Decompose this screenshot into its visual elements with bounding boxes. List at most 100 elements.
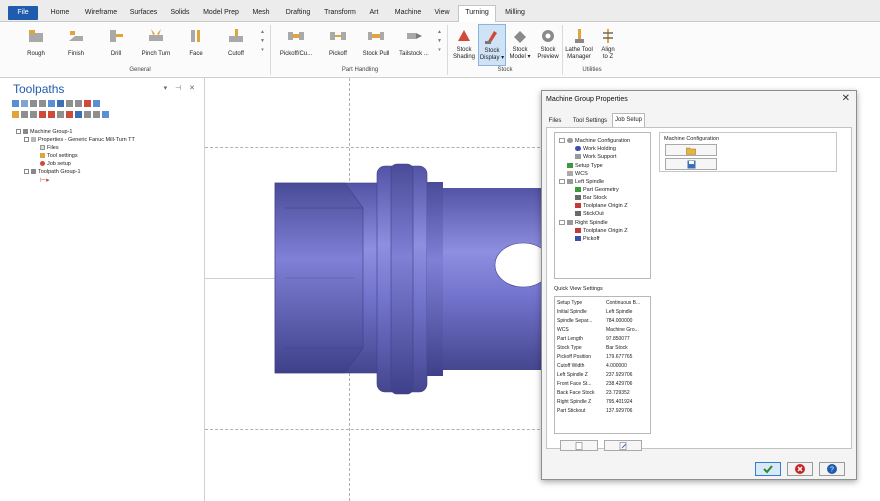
quick-view-copy-button[interactable]: [560, 440, 598, 451]
tab-milling[interactable]: Milling: [500, 6, 530, 20]
svg-text:?: ?: [830, 467, 834, 474]
tab-job-setup[interactable]: Job Setup: [612, 113, 645, 127]
expand-icon[interactable]: [84, 111, 91, 118]
stock-pull-button[interactable]: Stock Pull: [356, 24, 396, 66]
pickoff-cutoff-button[interactable]: Pickoff/Cu...: [274, 24, 318, 66]
lathe-tool-manager-button[interactable]: Lathe Tool Manager: [563, 24, 595, 66]
backplot-icon[interactable]: [48, 100, 55, 107]
panel-window-controls[interactable]: ▾ ⊣ ✕: [164, 84, 198, 92]
setup-type-icon: [567, 163, 573, 169]
tab-view[interactable]: View: [431, 6, 453, 20]
pickoff-button[interactable]: Pickoff: [318, 24, 358, 66]
face-button[interactable]: Face: [176, 24, 216, 66]
collapse-toggle-icon[interactable]: [559, 220, 565, 226]
ok-button[interactable]: [755, 462, 781, 476]
collapse-toggle-icon[interactable]: [559, 138, 565, 144]
toggle-display-icon[interactable]: [84, 100, 91, 107]
stock-model-button[interactable]: Stock Model ▾: [506, 24, 534, 66]
collapse-toggle-icon[interactable]: [24, 137, 29, 143]
insert-arrow-icon[interactable]: [57, 111, 64, 118]
select-all-icon[interactable]: [12, 100, 19, 107]
tree-machine-configuration[interactable]: Machine Configuration: [559, 138, 630, 144]
filter-icon[interactable]: [30, 111, 37, 118]
tree-tool-settings[interactable]: Tool settings: [40, 153, 78, 159]
stock-preview-button[interactable]: Stock Preview: [534, 24, 562, 66]
cutoff-button[interactable]: Cutoff: [216, 24, 256, 66]
simulate-icon[interactable]: [66, 100, 73, 107]
tab-surfaces[interactable]: Surfaces: [127, 6, 160, 20]
tab-files[interactable]: Files: [546, 115, 564, 127]
tree-right-spindle[interactable]: Right Spindle: [559, 220, 608, 226]
tree-setup-type[interactable]: Setup Type: [567, 163, 603, 169]
tab-mesh[interactable]: Mesh: [249, 6, 273, 20]
stock-shading-button[interactable]: Stock Shading: [450, 24, 478, 66]
collapse-toggle-icon[interactable]: [559, 179, 565, 185]
post-icon[interactable]: [75, 100, 82, 107]
stock-display-button[interactable]: Stock Display ▾: [478, 24, 506, 66]
tree-bar-stock[interactable]: Bar Stock: [575, 195, 607, 201]
tab-turning[interactable]: Turning: [458, 5, 496, 22]
tree-files[interactable]: Files: [40, 145, 59, 151]
collapse-toggle-icon[interactable]: [24, 169, 29, 175]
tree-part-geometry[interactable]: Part Geometry: [575, 187, 619, 193]
tree-wcs[interactable]: WCS: [567, 171, 588, 177]
dialog-close-button[interactable]: ✕: [842, 93, 850, 104]
align-to-z-label: Align to Z: [601, 47, 615, 60]
tailstock-button[interactable]: Tailstock ...: [394, 24, 434, 66]
tree-properties[interactable]: Properties - Generic Fanuc Mill-Turn TT: [24, 137, 135, 143]
toolpaths-panel: Toolpaths ▾ ⊣ ✕ Machine Group-1 Properti…: [0, 78, 205, 501]
tab-art[interactable]: Art: [365, 6, 383, 20]
tree-label: Toolplane Origin Z: [583, 228, 628, 234]
help-icon[interactable]: [93, 100, 100, 107]
tree-pickoff[interactable]: Pickoff: [575, 236, 599, 242]
tree-toolplane-origin-z-right[interactable]: Toolplane Origin Z: [575, 228, 628, 234]
move-up-icon[interactable]: [48, 111, 55, 118]
move-down-icon[interactable]: [39, 111, 46, 118]
toggle-posting-icon[interactable]: [21, 111, 28, 118]
group-utilities-label: Utilities: [582, 67, 602, 73]
lock-icon[interactable]: [12, 111, 19, 118]
save-configuration-button[interactable]: [665, 158, 717, 170]
highlight-icon[interactable]: [75, 111, 82, 118]
pinch-turn-button[interactable]: Pinch Turn: [136, 24, 176, 66]
tree-job-setup[interactable]: Job setup: [40, 161, 71, 167]
drill-button[interactable]: Drill: [96, 24, 136, 66]
part-handling-more-spinner[interactable]: ▲ ▼ ▾: [436, 28, 443, 54]
tab-solids[interactable]: Solids: [166, 6, 194, 20]
collapse-toggle-icon[interactable]: [16, 129, 21, 135]
finish-button[interactable]: Finish: [56, 24, 96, 66]
quick-view-edit-button[interactable]: [604, 440, 642, 451]
tree-toolpath-group[interactable]: Toolpath Group-1: [24, 169, 81, 175]
folder-open-icon: [686, 147, 696, 155]
pinch-turn-icon: [149, 29, 163, 41]
tree-machine-group[interactable]: Machine Group-1: [16, 129, 73, 135]
tab-tool-settings[interactable]: Tool Settings: [570, 115, 610, 127]
tab-wireframe[interactable]: Wireframe: [82, 6, 120, 20]
tree-work-holding[interactable]: Work Holding: [575, 146, 616, 152]
arrow-icon[interactable]: [66, 111, 73, 118]
tool-icon[interactable]: [102, 111, 109, 118]
tab-file[interactable]: File: [8, 6, 38, 20]
verify-icon[interactable]: [57, 100, 64, 107]
tab-model-prep[interactable]: Model Prep: [200, 6, 242, 20]
cancel-button[interactable]: [787, 462, 813, 476]
tree-left-spindle[interactable]: Left Spindle: [559, 179, 604, 185]
help-button[interactable]: ?: [819, 462, 845, 476]
general-more-spinner[interactable]: ▲ ▼ ▾: [259, 28, 266, 54]
rough-button[interactable]: Rough: [16, 24, 56, 66]
open-configuration-button[interactable]: [665, 144, 717, 156]
quick-view-row: Initial Spindle Left Spindle: [557, 308, 650, 317]
tree-toolplane-origin-z-left[interactable]: Toolplane Origin Z: [575, 203, 628, 209]
tree-stickout[interactable]: StickOut: [575, 211, 604, 217]
tab-drafting[interactable]: Drafting: [281, 6, 315, 20]
tab-transform[interactable]: Transform: [321, 6, 359, 20]
insert-arrow-marker[interactable]: ⊢▸: [40, 177, 50, 184]
collapse-icon[interactable]: [93, 111, 100, 118]
regen-selected-icon[interactable]: [30, 100, 37, 107]
regen-dirty-icon[interactable]: [39, 100, 46, 107]
tab-machine[interactable]: Machine: [391, 6, 425, 20]
tree-work-support[interactable]: Work Support: [575, 154, 617, 160]
align-to-z-button[interactable]: Align to Z: [594, 24, 622, 66]
tab-home[interactable]: Home: [46, 6, 74, 20]
select-failed-icon[interactable]: [21, 100, 28, 107]
